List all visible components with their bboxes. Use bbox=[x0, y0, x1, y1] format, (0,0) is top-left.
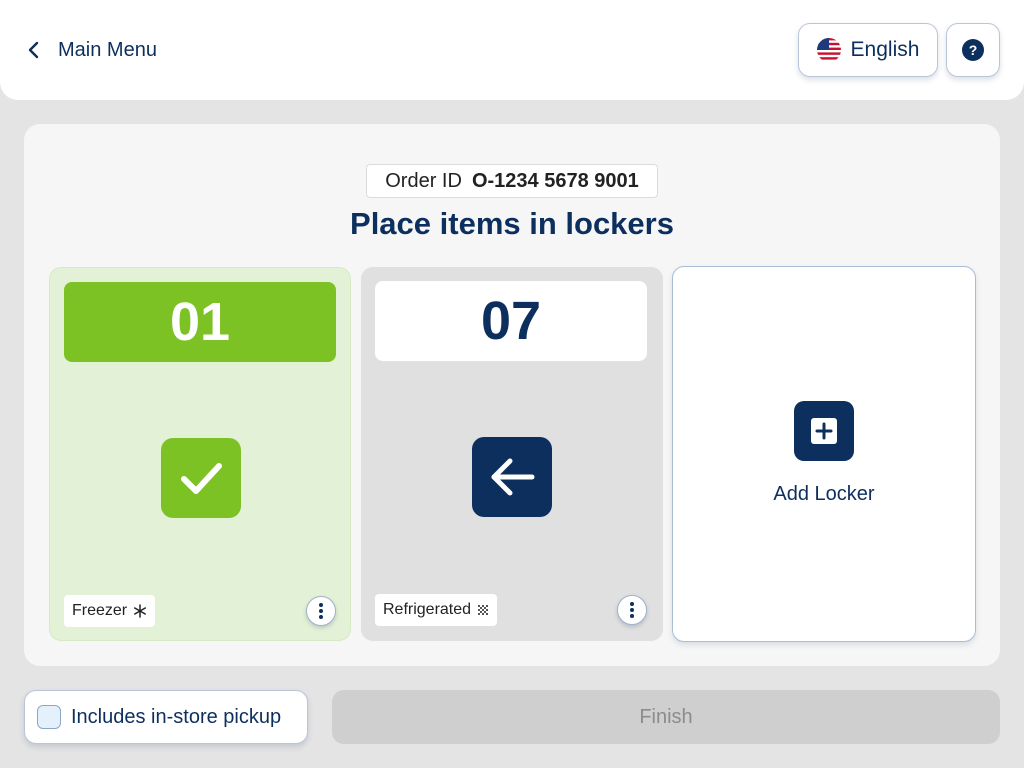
temperature-tag: Refrigerated bbox=[375, 594, 498, 626]
back-label: Main Menu bbox=[58, 38, 157, 61]
locker-options-button[interactable] bbox=[617, 595, 647, 625]
arrow-left-icon bbox=[472, 437, 552, 517]
locker-assignment-panel: Order ID O-1234 5678 9001 Place items in… bbox=[24, 124, 1000, 666]
pickup-label: Includes in-store pickup bbox=[71, 705, 282, 728]
back-to-main-menu-button[interactable]: Main Menu bbox=[24, 34, 157, 66]
more-vertical-icon bbox=[630, 602, 634, 618]
language-selector-button[interactable]: English bbox=[798, 23, 938, 77]
language-label: English bbox=[850, 38, 920, 61]
temperature-tag: Freezer bbox=[64, 595, 156, 627]
cold-icon bbox=[478, 605, 489, 615]
page-title: Place items in lockers bbox=[350, 206, 674, 241]
finish-button[interactable]: Finish bbox=[332, 690, 1000, 744]
check-icon bbox=[161, 438, 241, 518]
top-bar: Main Menu English ? bbox=[0, 0, 1024, 100]
order-id-label: Order ID bbox=[385, 169, 462, 192]
locker-options-button[interactable] bbox=[306, 596, 336, 626]
help-button[interactable]: ? bbox=[946, 23, 1000, 77]
us-flag-icon bbox=[816, 38, 841, 62]
add-locker-label: Add Locker bbox=[773, 483, 875, 505]
order-id-tag: Order ID O-1234 5678 9001 bbox=[366, 164, 658, 198]
locker-card[interactable]: 01 Freezer bbox=[49, 267, 351, 641]
plus-icon bbox=[794, 401, 854, 461]
pickup-checkbox[interactable] bbox=[37, 705, 61, 729]
locker-card[interactable]: 07 Refrigerated bbox=[361, 267, 663, 641]
locker-number: 07 bbox=[375, 281, 647, 361]
add-locker-button[interactable]: Add Locker bbox=[672, 266, 976, 642]
locker-number: 01 bbox=[64, 282, 336, 362]
order-id-value: O-1234 5678 9001 bbox=[471, 169, 639, 192]
snowflake-icon bbox=[134, 604, 147, 618]
temperature-label: Refrigerated bbox=[383, 601, 472, 618]
more-vertical-icon bbox=[319, 603, 323, 619]
in-store-pickup-toggle[interactable]: Includes in-store pickup bbox=[24, 690, 308, 744]
temperature-label: Freezer bbox=[72, 602, 128, 619]
chevron-left-icon bbox=[28, 41, 39, 59]
help-icon: ? bbox=[962, 39, 984, 61]
